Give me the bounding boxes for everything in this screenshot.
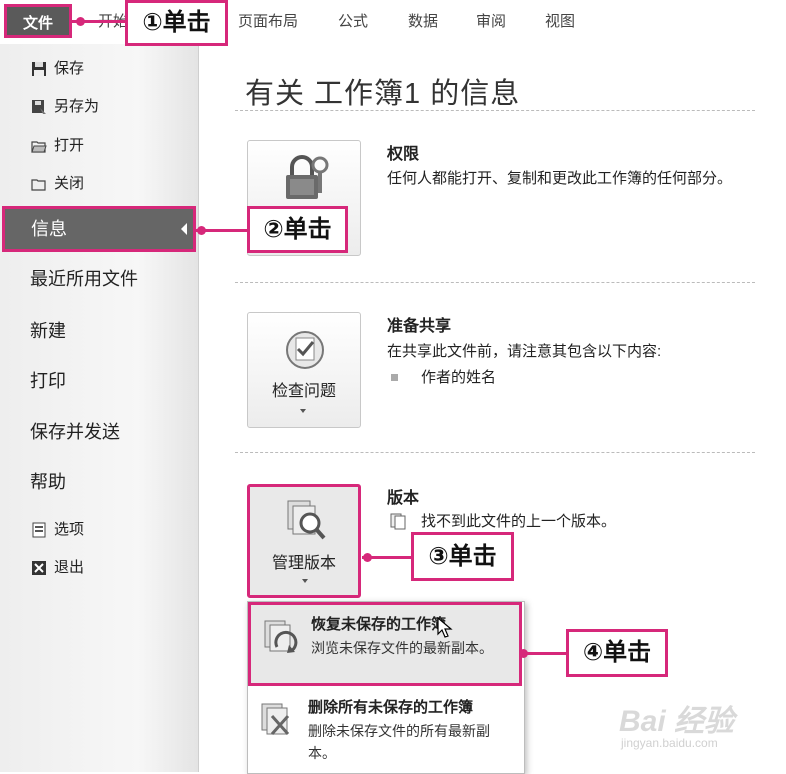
sidebar-item-info[interactable]: 信息 <box>2 206 196 252</box>
backstage-sidebar: 保存 另存为 打开 关闭 信息 最近所用文件 新建 打印 保存并发送 帮助 选项… <box>0 44 199 772</box>
tab-data[interactable]: 数据 <box>408 0 438 44</box>
sidebar-item-save-send[interactable]: 保存并发送 <box>30 417 120 447</box>
check-issues-button[interactable]: 检查问题 <box>247 312 361 428</box>
tab-formulas[interactable]: 公式 <box>338 0 368 44</box>
mouse-cursor-icon <box>437 617 453 638</box>
prepare-bullet: 作者的姓名 <box>421 369 497 386</box>
prepare-text: 在共享此文件前，请注意其包含以下内容: <box>387 343 662 360</box>
prepare-title: 准备共享 <box>387 318 452 335</box>
sidebar-item-label: 保存 <box>54 60 85 77</box>
version-document-icon <box>390 513 406 530</box>
sidebar-item-print[interactable]: 打印 <box>30 366 66 396</box>
delete-desc: 删除未保存文件的所有最新副本。 <box>308 723 490 761</box>
manage-versions-button[interactable]: 管理版本 <box>247 484 361 598</box>
menu-item-recover-unsaved[interactable]: 恢复未保存的工作簿 浏览未保存文件的最新副本。 <box>248 602 522 686</box>
divider <box>235 110 755 111</box>
permissions-title: 权限 <box>387 146 420 163</box>
bullet-icon <box>391 374 398 381</box>
callout-dot <box>76 17 85 26</box>
delete-workbook-icon <box>261 703 290 735</box>
sidebar-item-new[interactable]: 新建 <box>30 316 66 346</box>
manage-versions-icon <box>287 500 326 540</box>
sidebar-item-label: 关闭 <box>54 175 85 192</box>
callout-dot <box>363 553 372 562</box>
check-document-icon <box>286 331 324 369</box>
sidebar-item-help[interactable]: 帮助 <box>30 467 66 497</box>
sidebar-item-options[interactable]: 选项 <box>30 517 84 543</box>
callout-dot <box>519 649 528 658</box>
delete-title: 删除所有未保存的工作簿 <box>308 699 474 716</box>
sidebar-item-label: 选项 <box>54 521 85 538</box>
watermark: Bai 经验 jingyan.baidu.com <box>599 690 779 760</box>
chevron-down-icon <box>302 579 308 583</box>
save-icon <box>32 62 46 77</box>
divider <box>235 452 755 453</box>
tab-view[interactable]: 视图 <box>545 0 575 44</box>
check-issues-label: 检查问题 <box>271 383 336 400</box>
watermark-url: jingyan.baidu.com <box>621 736 718 750</box>
callout-step-2: ②单击 <box>247 206 348 253</box>
open-folder-icon <box>31 141 47 153</box>
recover-workbook-icon <box>264 620 298 653</box>
sidebar-item-label: 另存为 <box>54 98 100 115</box>
permissions-text: 任何人都能打开、复制和更改此工作簿的任何部分。 <box>387 170 733 187</box>
manage-versions-label: 管理版本 <box>271 555 336 572</box>
versions-title: 版本 <box>387 490 420 507</box>
divider <box>235 282 755 283</box>
exit-icon <box>32 561 46 576</box>
callout-step-3: ③单击 <box>411 532 514 581</box>
sidebar-item-exit[interactable]: 退出 <box>30 555 84 581</box>
menu-item-delete-unsaved[interactable]: 删除所有未保存的工作簿 删除未保存文件的所有最新副本。 <box>248 688 524 772</box>
selected-caret-icon <box>181 223 187 235</box>
recover-desc: 浏览未保存文件的最新副本。 <box>311 640 493 656</box>
save-as-icon <box>32 100 46 115</box>
recover-title: 恢复未保存的工作簿 <box>311 616 447 633</box>
sidebar-item-open[interactable]: 打开 <box>30 133 84 159</box>
sidebar-item-save[interactable]: 保存 <box>30 56 84 82</box>
versions-text: 找不到此文件的上一个版本。 <box>421 513 617 530</box>
close-folder-icon <box>31 179 46 191</box>
chevron-down-icon <box>300 409 306 413</box>
sidebar-item-label: 信息 <box>31 219 67 239</box>
sidebar-item-label: 退出 <box>54 559 85 576</box>
tab-review[interactable]: 审阅 <box>476 0 506 44</box>
lock-key-icon <box>286 155 329 199</box>
sidebar-item-close[interactable]: 关闭 <box>30 171 84 197</box>
manage-versions-menu: 恢复未保存的工作簿 浏览未保存文件的最新副本。 删除所有未保存的工作簿 删除未保… <box>247 601 525 774</box>
tab-page-layout[interactable]: 页面布局 <box>238 0 298 44</box>
sidebar-item-recent[interactable]: 最近所用文件 <box>30 264 138 294</box>
callout-step-1: ①单击 <box>125 0 228 46</box>
callout-step-4: ④单击 <box>566 629 668 677</box>
sidebar-item-label: 打开 <box>54 137 85 154</box>
watermark-brand: Bai 经验 <box>619 705 735 738</box>
tab-file[interactable]: 文件 <box>4 4 72 38</box>
sidebar-item-save-as[interactable]: 另存为 <box>30 94 99 120</box>
callout-dot <box>197 226 206 235</box>
options-icon <box>32 522 46 538</box>
page-title: 有关 工作簿1 的信息 <box>245 78 521 110</box>
info-panel: 有关 工作簿1 的信息 权限 任何人都能打开、复制和更改此工作簿的任何部分。 检… <box>199 44 786 774</box>
